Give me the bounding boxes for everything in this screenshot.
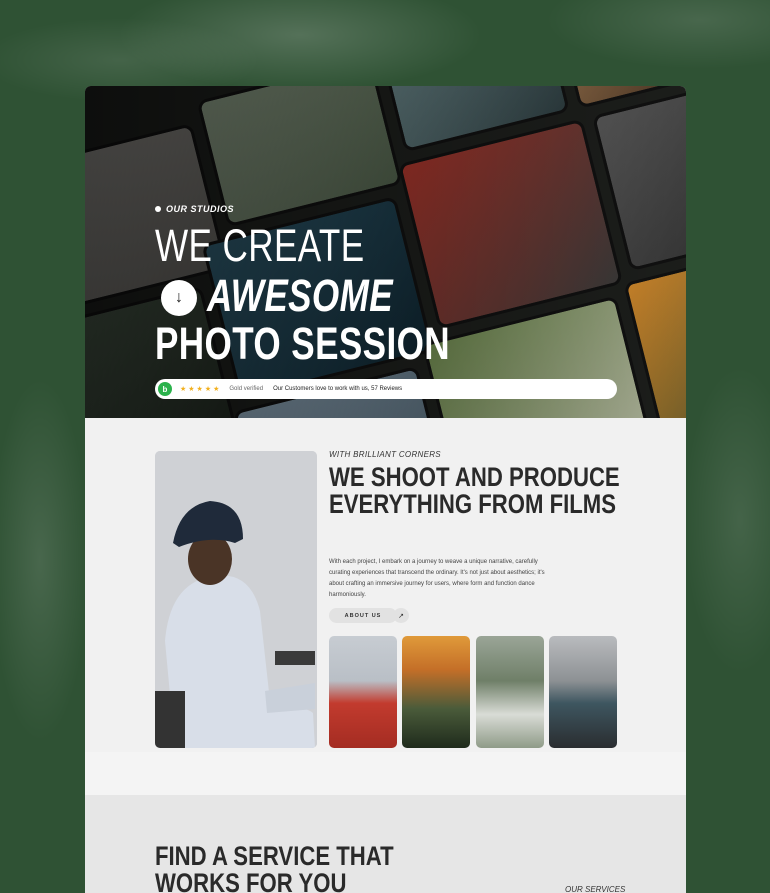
- gallery-thumb-tower[interactable]: [402, 636, 470, 748]
- verified-label: Gold verified: [229, 386, 264, 392]
- services-kicker: OUR SERVICES: [565, 885, 626, 893]
- section-spacer: [85, 752, 686, 795]
- about-heading: WE SHOOT AND PRODUCE EVERYTHING FROM FIL…: [329, 462, 620, 519]
- bullet-icon: [155, 206, 161, 212]
- hero-heading-line-2: AWESOME: [207, 270, 394, 321]
- about-photo-man-in-hat: [155, 451, 317, 748]
- services-heading: FIND A SERVICE THAT WORKS FOR YOU: [155, 841, 394, 893]
- about-paragraph: With each project, I embark on a journey…: [329, 559, 545, 598]
- landing-page: OUR STUDIOS WE CREATE ↓ AWESOME PHOTO SE…: [85, 86, 686, 893]
- scroll-down-button[interactable]: ↓: [161, 280, 197, 316]
- about-us-button[interactable]: ABOUT US: [329, 608, 397, 623]
- hero-heading-line-3: PHOTO SESSION: [155, 318, 451, 369]
- arrow-down-icon: ↓: [175, 289, 183, 306]
- about-kicker: WITH BRILLIANT CORNERS: [329, 450, 441, 459]
- arrow-up-right-icon[interactable]: ↗: [393, 608, 409, 623]
- gallery-thumb-sunglasses[interactable]: [476, 636, 544, 748]
- review-platform-logo: b: [158, 382, 172, 396]
- rating-stars: ★★★★★: [180, 386, 222, 393]
- hero-eyebrow-text: OUR STUDIOS: [166, 204, 235, 214]
- hero-eyebrow: OUR STUDIOS: [155, 204, 234, 214]
- gallery-thumb-car[interactable]: [549, 636, 617, 748]
- review-bar[interactable]: b ★★★★★ Gold verified Our Customers love…: [155, 379, 617, 399]
- review-summary: Our Customers love to work with us, 57 R…: [273, 386, 403, 392]
- gallery-thumb-red-jacket[interactable]: [329, 636, 397, 748]
- hero-section: OUR STUDIOS WE CREATE ↓ AWESOME PHOTO SE…: [85, 86, 686, 418]
- hero-heading-line-1: WE CREATE: [155, 220, 365, 271]
